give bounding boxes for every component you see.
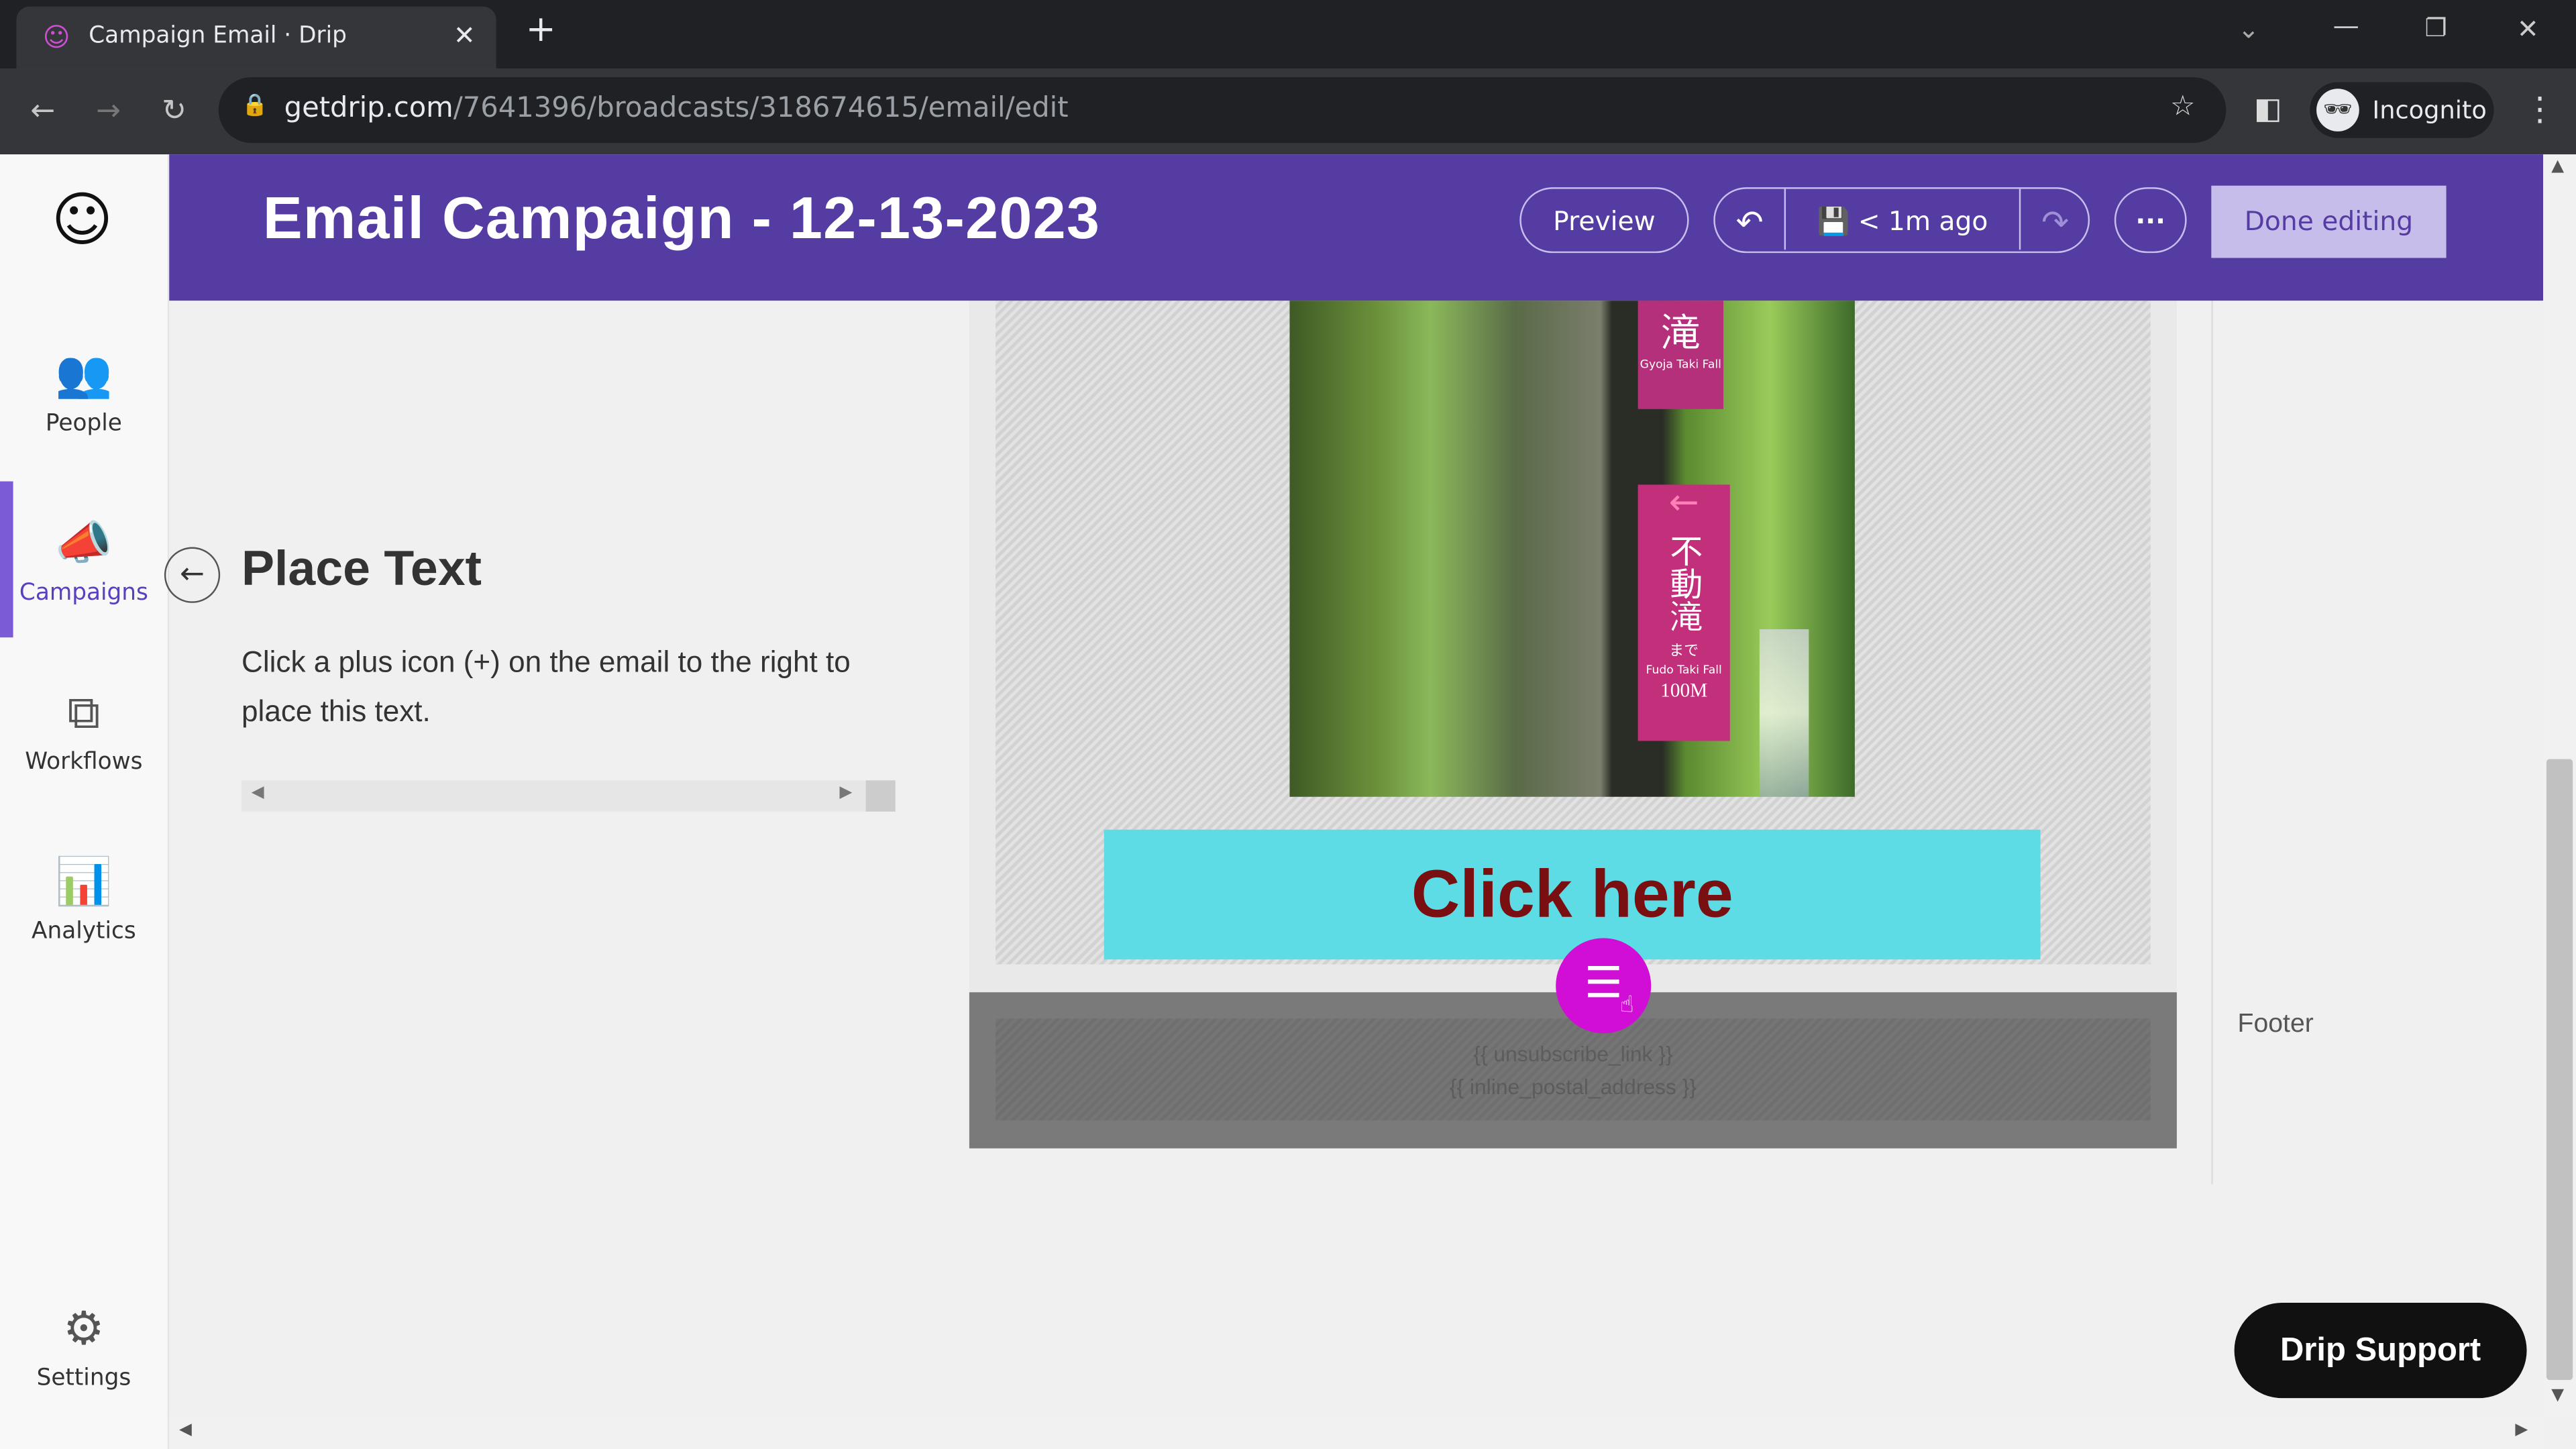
vertical-scrollbar[interactable]: ▲ ▼: [2543, 154, 2576, 1417]
click-here-button[interactable]: Click here: [1104, 829, 2041, 960]
redo-icon[interactable]: ↷: [2019, 189, 2090, 250]
right-panel: Footer: [2211, 301, 2545, 1185]
unsubscribe-link-tag: {{ unsubscribe_link }}: [1473, 1041, 1673, 1067]
forward-icon[interactable]: →: [82, 79, 134, 145]
save-disk-icon: 💾: [1817, 205, 1850, 237]
minimize-icon[interactable]: —: [2333, 10, 2359, 42]
drip-support-button[interactable]: Drip Support: [2234, 1303, 2527, 1399]
block-menu-icon[interactable]: ☰: [1556, 938, 1652, 1034]
drip-favicon-icon: ☺: [42, 21, 70, 53]
hand-cursor-icon: ☝: [1619, 992, 1634, 1019]
url-path: /7641396/broadcasts/318674615/email/edit: [453, 92, 1069, 125]
done-editing-button[interactable]: Done editing: [2211, 185, 2447, 258]
bookmark-star-icon[interactable]: ☆: [2170, 91, 2195, 123]
sidebar-item-workflows[interactable]: ⧉ Workflows: [0, 677, 168, 775]
scroll-thumb[interactable]: [2546, 759, 2573, 1381]
incognito-badge[interactable]: 🕶 Incognito: [2310, 82, 2494, 138]
sidebar-item-settings[interactable]: ⚙ Settings: [0, 1293, 168, 1392]
side-panel-icon[interactable]: ◧: [2254, 92, 2282, 126]
undo-icon[interactable]: ↶: [1715, 189, 1786, 250]
sidebar: ☺ 👥 People 📣 Campaigns ⧉ Workflows 📊 Ana…: [0, 154, 170, 1449]
preview-button[interactable]: Preview: [1519, 187, 1689, 254]
save-status-text: < 1m ago: [1858, 205, 1988, 237]
bar-chart-icon: 📊: [55, 854, 113, 909]
panel-title: Place Text: [241, 542, 482, 596]
profile-label: Incognito: [2372, 95, 2487, 125]
close-tab-icon[interactable]: ✕: [453, 19, 476, 51]
close-window-icon[interactable]: ✕: [2517, 13, 2539, 45]
save-status[interactable]: 💾 < 1m ago: [1788, 189, 2018, 250]
browser-tab-bar: ☺ Campaign Email · Drip ✕ + ⌄ — ❐ ✕: [0, 0, 2576, 69]
address-bar-row: ← → ↻ 🔒 getdrip.com/7641396/broadcasts/3…: [0, 68, 2576, 155]
restore-icon[interactable]: ❐: [2425, 13, 2447, 43]
incognito-icon: 🕶: [2316, 89, 2359, 131]
horizontal-scrollbar[interactable]: ◀ ▶: [241, 780, 896, 812]
url-domain: getdrip.com: [284, 92, 453, 125]
sidebar-item-label: Settings: [36, 1365, 131, 1392]
postal-address-tag: {{ inline_postal_address }}: [1449, 1074, 1697, 1099]
browser-tab[interactable]: ☺ Campaign Email · Drip ✕: [16, 6, 496, 69]
people-icon: 👥: [55, 346, 113, 401]
more-options-icon[interactable]: ···: [2114, 187, 2187, 254]
back-icon[interactable]: ←: [16, 79, 68, 145]
sidebar-item-analytics[interactable]: 📊 Analytics: [0, 846, 168, 945]
save-group: ↶ 💾 < 1m ago ↷: [1713, 187, 2090, 254]
sidebar-item-campaigns[interactable]: 📣 Campaigns: [0, 508, 168, 606]
panel-instruction: Click a plus icon (+) on the email to th…: [241, 645, 851, 728]
tab-search-icon[interactable]: ⌄: [2238, 13, 2260, 45]
url-field[interactable]: 🔒 getdrip.com/7641396/broadcasts/3186746…: [218, 77, 2226, 144]
sidebar-item-label: Campaigns: [19, 580, 148, 606]
photo-sign-top: 滝 Gyoja Taki Fall: [1638, 301, 1724, 409]
reload-icon[interactable]: ↻: [148, 79, 200, 145]
footer-section-label: Footer: [2237, 1010, 2314, 1038]
new-tab-icon[interactable]: +: [526, 10, 556, 51]
browser-menu-icon[interactable]: ⋮: [2524, 89, 2557, 128]
campaign-header: Email Campaign - 12-13-2023 Preview ↶ 💾 …: [169, 154, 2544, 301]
page-horizontal-scrollbar[interactable]: ◀ ▶: [169, 1416, 2544, 1449]
gear-icon: ⚙: [63, 1301, 105, 1356]
back-arrow-button[interactable]: ←: [164, 547, 221, 603]
sidebar-item-people[interactable]: 👥 People: [0, 338, 168, 437]
scroll-thumb[interactable]: [865, 780, 896, 812]
waterfall: [1759, 629, 1809, 797]
sidebar-item-label: Workflows: [25, 749, 143, 775]
photo-sign-main: ← 不動滝 まで Fudo Taki Fall 100M: [1638, 484, 1730, 741]
sidebar-item-label: Analytics: [32, 918, 136, 945]
waterfall-photo[interactable]: 滝 Gyoja Taki Fall ← 不動滝 まで Fudo Taki Fal…: [1289, 301, 1855, 797]
page-title: Email Campaign - 12-13-2023: [262, 184, 1101, 252]
sidebar-item-label: People: [45, 411, 122, 437]
lock-icon: 🔒: [241, 93, 268, 119]
megaphone-icon: 📣: [55, 515, 113, 570]
workflow-icon: ⧉: [67, 685, 101, 740]
tab-title: Campaign Email · Drip: [89, 23, 347, 50]
drip-logo-icon[interactable]: ☺: [49, 187, 115, 260]
